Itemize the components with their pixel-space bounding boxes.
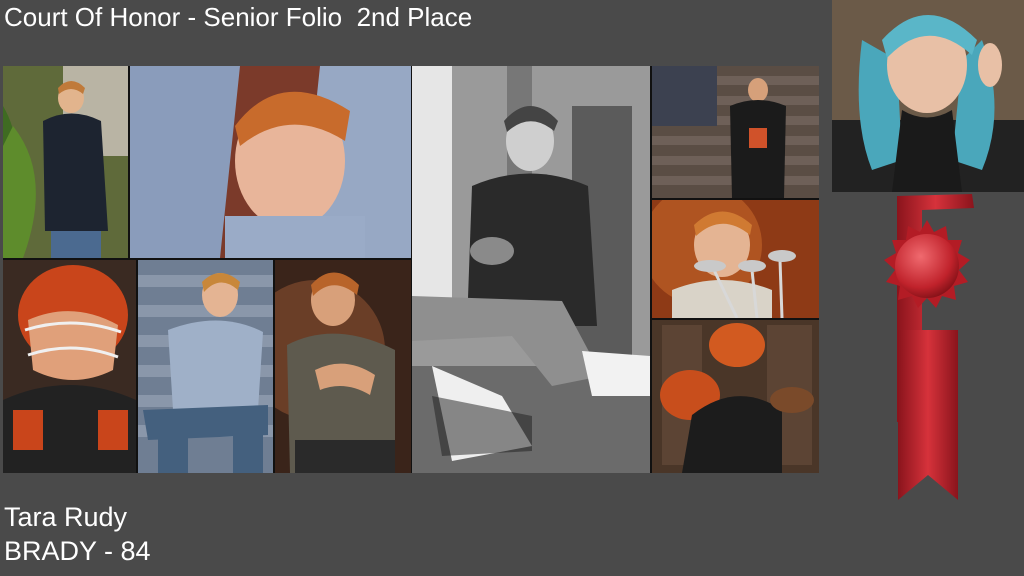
photo-closeup-portrait <box>130 66 411 258</box>
photo-bw-seated-football <box>412 66 650 473</box>
photo-bleachers-hoodie <box>138 260 273 473</box>
photo-helmet-locker <box>652 320 819 473</box>
second-place-ribbon-icon <box>862 190 992 510</box>
photo-foliage-portrait <box>3 66 128 258</box>
award-title: Court Of Honor - Senior Folio 2nd Place <box>4 2 473 32</box>
photo-golf-clubs <box>652 200 819 318</box>
photo-brown-polo <box>275 260 411 473</box>
photographer-portrait <box>832 0 1024 192</box>
subject-score: BRADY - 84 <box>4 536 151 566</box>
photo-flag-football-player <box>652 66 819 198</box>
photo-collage <box>3 66 819 473</box>
photo-helmet-closeup <box>3 260 136 473</box>
photographer-name: Tara Rudy <box>4 502 128 532</box>
